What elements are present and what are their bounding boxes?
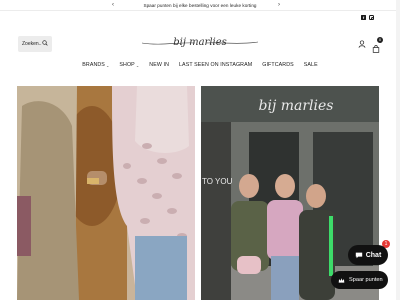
search-icon[interactable] — [42, 40, 48, 46]
facebook-icon[interactable]: f — [361, 15, 366, 20]
announcement-bar: ‹ Spaar punten bij elke bestelling voor … — [0, 0, 400, 11]
social-links: f — [361, 15, 375, 21]
nav-item-sale[interactable]: SALE — [304, 62, 318, 68]
nav-item-new-in[interactable]: NEW IN — [149, 62, 169, 68]
loyalty-points-label: Spaar punten — [349, 277, 383, 283]
chat-bubble-icon — [355, 252, 362, 259]
hero-left-photo — [17, 86, 195, 300]
announcement-text: Spaar punten bij elke bestelling voor ee… — [143, 2, 257, 8]
loyalty-points-button[interactable]: Spaar punten — [331, 271, 388, 289]
hero-image-right[interactable]: bij marlies TO YOU — [201, 86, 379, 300]
search-placeholder: Zoeken.. — [22, 41, 42, 47]
hero-image-left[interactable] — [17, 86, 195, 300]
page-scrollbar[interactable] — [396, 0, 400, 300]
nav-item-label: BRANDS — [82, 62, 105, 68]
nav-item-giftcards[interactable]: GIFTCARDS — [262, 62, 294, 68]
chat-label: Chat — [365, 251, 382, 259]
crown-icon — [338, 277, 345, 283]
announcement-prev-arrow[interactable]: ‹ — [112, 1, 114, 10]
logo-text: bij marlies — [173, 37, 227, 48]
nav-item-brands[interactable]: BRANDS ⌄ — [82, 62, 109, 68]
main-nav: BRANDS ⌄ SHOP ⌄ NEW IN LAST SEEN ON INST… — [0, 62, 400, 68]
nav-item-shop[interactable]: SHOP ⌄ — [119, 62, 139, 68]
chat-button[interactable]: Chat — [348, 245, 388, 265]
user-account-icon[interactable] — [358, 40, 366, 48]
chevron-down-icon: ⌄ — [135, 62, 140, 68]
store-sign-text: bij marlies — [259, 98, 334, 114]
cart-count-badge: 0 — [377, 37, 383, 43]
window-text: TO YOU — [202, 177, 233, 186]
chevron-down-icon: ⌄ — [105, 62, 110, 68]
site-logo[interactable]: bij marlies — [140, 33, 260, 51]
instagram-icon[interactable] — [369, 15, 375, 21]
search-input[interactable]: Zoeken.. — [18, 36, 52, 52]
hero-right-photo: bij marlies TO YOU — [201, 86, 379, 300]
shopping-bag-icon — [372, 45, 380, 53]
announcement-next-arrow[interactable]: › — [278, 1, 280, 10]
header-actions: 0 — [358, 37, 383, 53]
nav-item-instagram[interactable]: LAST SEEN ON INSTAGRAM — [179, 62, 252, 68]
cart-button[interactable]: 0 — [372, 37, 383, 53]
nav-item-label: SHOP — [119, 62, 135, 68]
